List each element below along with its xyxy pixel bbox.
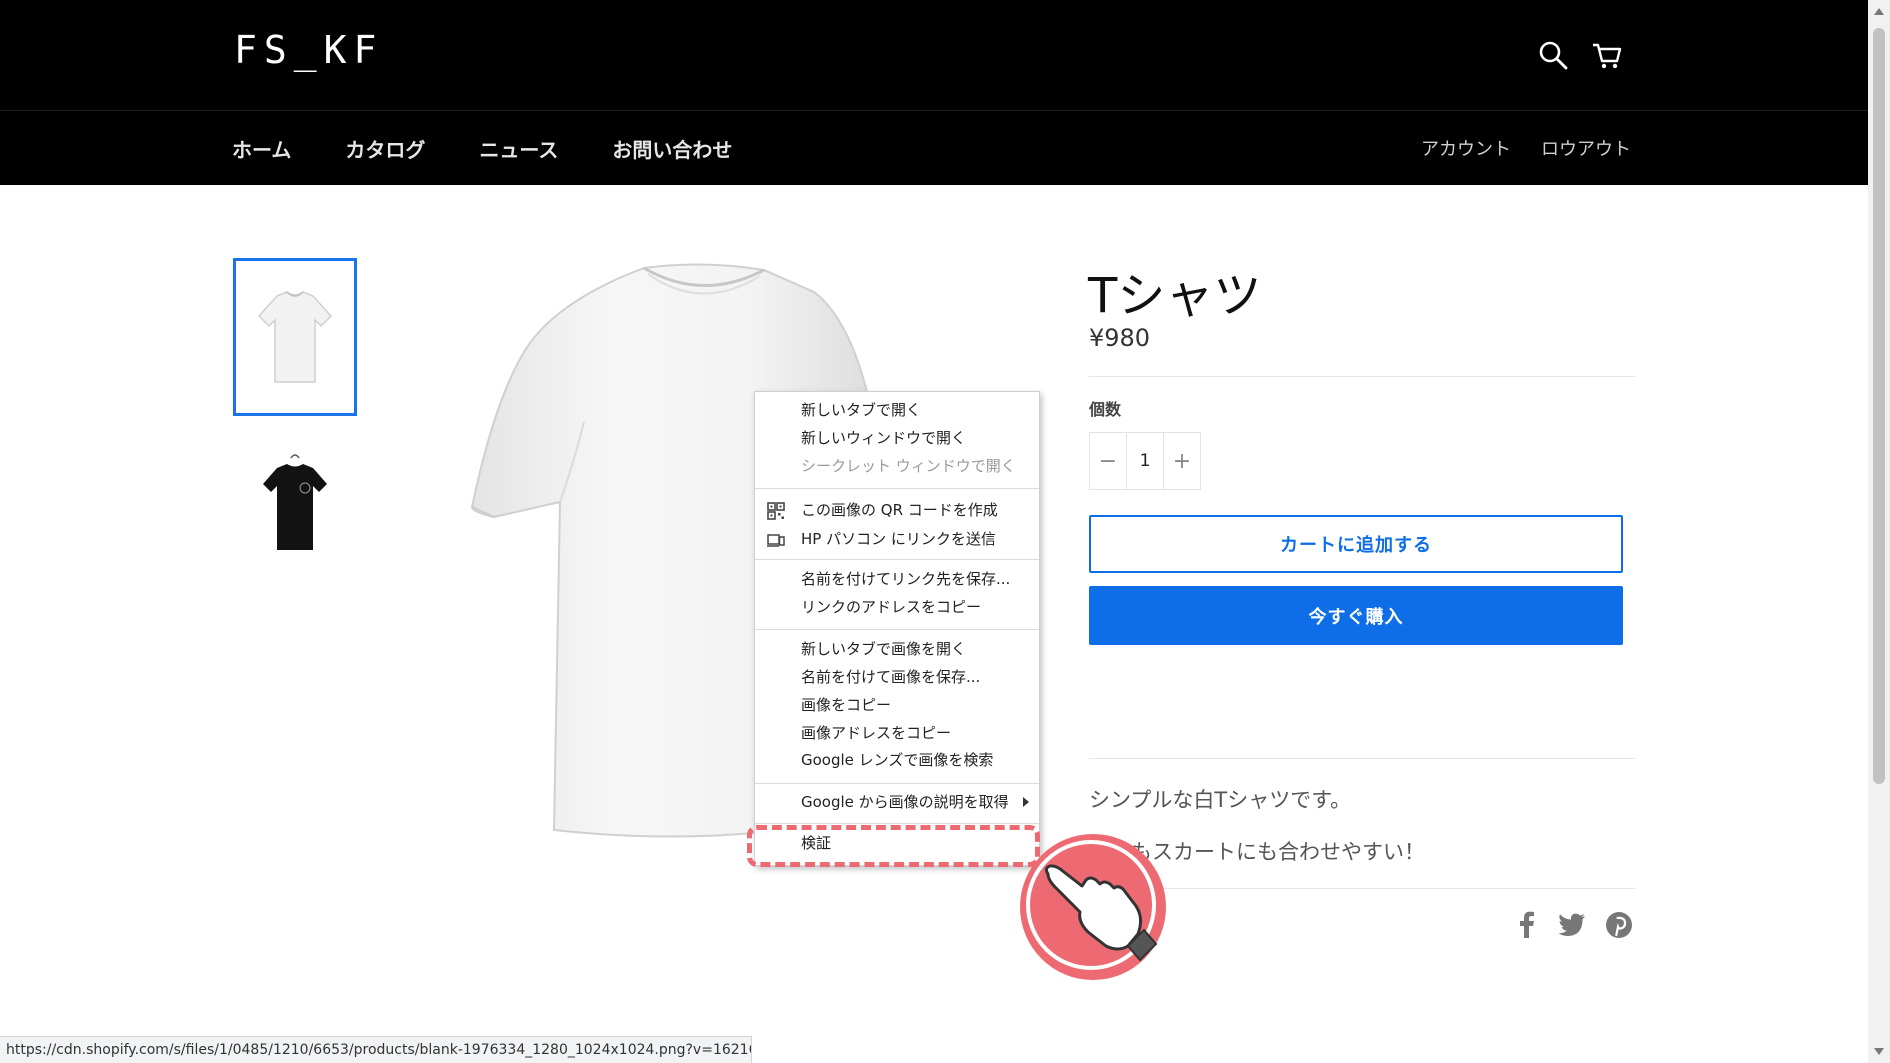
nav-account[interactable]: アカウント <box>1421 135 1511 161</box>
divider <box>1089 888 1635 889</box>
devices-icon <box>767 531 785 549</box>
quantity-stepper: − 1 + <box>1089 432 1201 490</box>
menu-item-send-to-device[interactable]: HP パソコン にリンクを送信 <box>801 528 996 550</box>
quantity-decrease-button[interactable]: − <box>1090 433 1126 489</box>
menu-separator <box>755 629 1039 630</box>
menu-item-open-incognito[interactable]: シークレット ウィンドウで開く <box>801 455 1016 477</box>
scroll-down-arrow-icon[interactable] <box>1874 1048 1884 1055</box>
page-scrollbar[interactable] <box>1868 0 1890 1063</box>
nav-logout[interactable]: ロウアウト <box>1541 135 1631 161</box>
menu-item-open-new-tab[interactable]: 新しいタブで開く <box>801 399 921 421</box>
product-price: ¥980 <box>1089 324 1151 352</box>
thumbnail-white-tshirt[interactable] <box>233 258 357 416</box>
menu-separator <box>755 783 1039 784</box>
menu-item-image-description[interactable]: Google から画像の説明を取得 <box>801 791 1009 813</box>
pointing-hand-icon <box>1044 864 1158 962</box>
menu-item-copy-link[interactable]: リンクのアドレスをコピー <box>801 596 981 618</box>
search-icon[interactable] <box>1536 38 1570 72</box>
menu-item-create-qr[interactable]: この画像の QR コードを作成 <box>801 499 998 521</box>
status-bar-url: https://cdn.shopify.com/s/files/1/0485/1… <box>0 1036 752 1063</box>
menu-item-copy-image-address[interactable]: 画像アドレスをコピー <box>801 722 951 744</box>
divider <box>1089 376 1635 377</box>
quantity-input[interactable]: 1 <box>1126 433 1164 489</box>
menu-separator <box>755 559 1039 560</box>
quantity-increase-button[interactable]: + <box>1164 433 1200 489</box>
menu-item-copy-image[interactable]: 画像をコピー <box>801 694 891 716</box>
cart-icon[interactable] <box>1590 38 1624 72</box>
scrollbar-thumb[interactable] <box>1873 28 1885 784</box>
nav-news[interactable]: ニュース <box>479 134 558 163</box>
pinterest-icon[interactable] <box>1604 910 1634 940</box>
quantity-label: 個数 <box>1089 400 1122 419</box>
pointer-hand-annotation <box>1020 834 1166 980</box>
menu-item-open-image-new-tab[interactable]: 新しいタブで画像を開く <box>801 638 966 660</box>
context-menu: 新しいタブで開く 新しいウィンドウで開く シークレット ウィンドウで開く この画… <box>754 391 1040 866</box>
qr-code-icon <box>767 502 785 520</box>
submenu-arrow-icon <box>1023 797 1029 807</box>
nav-contact[interactable]: お問い合わせ <box>612 134 732 163</box>
menu-item-open-new-window[interactable]: 新しいウィンドウで開く <box>801 427 966 449</box>
menu-separator <box>755 488 1039 489</box>
main-nav: ホーム カタログ ニュース お問い合わせ アカウント ロウアウト <box>0 110 1868 185</box>
divider <box>1089 758 1635 759</box>
twitter-icon[interactable] <box>1557 910 1587 940</box>
menu-separator <box>755 823 1039 824</box>
nav-catalog[interactable]: カタログ <box>345 134 425 163</box>
site-logo[interactable]: FS_KF <box>234 28 383 72</box>
product-title: Tシャツ <box>1088 268 1262 324</box>
scroll-up-arrow-icon[interactable] <box>1874 8 1884 15</box>
buy-now-button[interactable]: 今すぐ購入 <box>1089 586 1623 645</box>
thumbnail-black-tshirt[interactable] <box>233 426 357 584</box>
inspect-highlight-annotation <box>747 825 1040 867</box>
menu-item-save-image-as[interactable]: 名前を付けて画像を保存... <box>801 666 980 688</box>
nav-home[interactable]: ホーム <box>232 134 291 163</box>
product-description-line-1: シンプルな白Tシャツです。 <box>1089 788 1352 812</box>
add-to-cart-button[interactable]: カートに追加する <box>1089 515 1623 573</box>
site-header: FS_KF <box>0 0 1868 110</box>
menu-item-save-link-as[interactable]: 名前を付けてリンク先を保存... <box>801 568 1010 590</box>
menu-item-google-lens[interactable]: Google レンズで画像を検索 <box>801 749 993 771</box>
facebook-icon[interactable] <box>1512 910 1542 940</box>
